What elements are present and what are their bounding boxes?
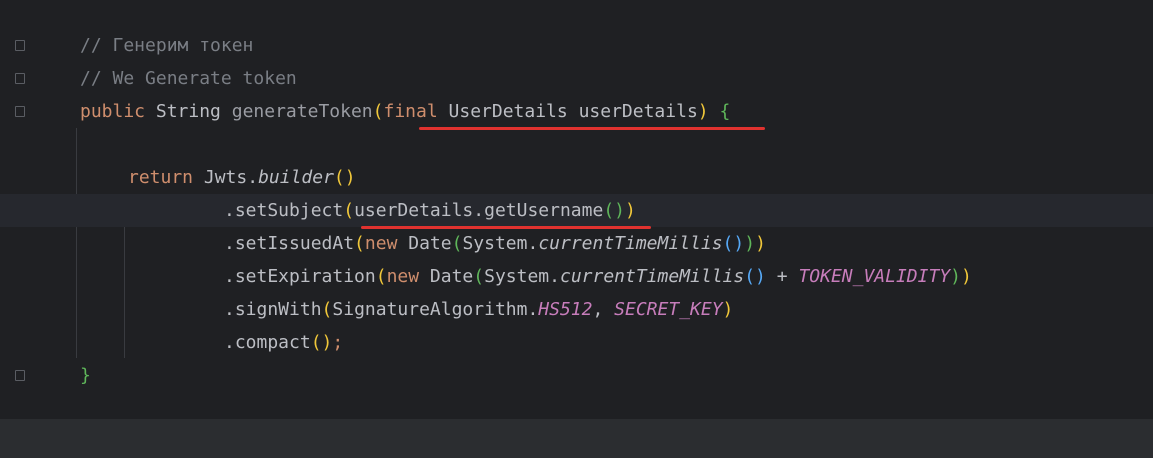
closing-brace: }: [80, 365, 91, 386]
sign-with-call: .signWith(SignatureAlgorithm.HS512, SECR…: [224, 299, 734, 320]
code-line-1[interactable]: // Генерим токен: [0, 29, 1153, 62]
method-signature: public String generateToken(final UserDe…: [80, 101, 731, 122]
code-line-5[interactable]: return Jwts.builder(): [0, 161, 1153, 194]
compact-call: .compact();: [224, 332, 344, 353]
code-line-7[interactable]: .setIssuedAt(new Date(System.currentTime…: [0, 227, 1153, 260]
code-line-11[interactable]: }: [0, 359, 1153, 392]
code-line-2[interactable]: // We Generate token: [0, 62, 1153, 95]
code-line-8[interactable]: .setExpiration(new Date(System.currentTi…: [0, 260, 1153, 293]
code-line-4[interactable]: [0, 128, 1153, 161]
code-editor[interactable]: 💡 // Генерим токен // We Generate token …: [0, 0, 1153, 419]
code-line-10[interactable]: .compact();: [0, 326, 1153, 359]
code-line-3[interactable]: public String generateToken(final UserDe…: [0, 95, 1153, 128]
comment-english: // We Generate token: [80, 68, 297, 89]
set-expiration-call: .setExpiration(new Date(System.currentTi…: [224, 266, 972, 287]
code-line-9[interactable]: .signWith(SignatureAlgorithm.HS512, SECR…: [0, 293, 1153, 326]
comment-russian: // Генерим токен: [80, 35, 254, 56]
set-issued-at-call: .setIssuedAt(new Date(System.currentTime…: [224, 233, 766, 254]
return-statement: return Jwts.builder(): [128, 167, 356, 188]
code-line-6[interactable]: .setSubject(userDetails.getUsername()): [0, 194, 1153, 227]
set-subject-call: .setSubject(userDetails.getUsername()): [224, 200, 636, 221]
